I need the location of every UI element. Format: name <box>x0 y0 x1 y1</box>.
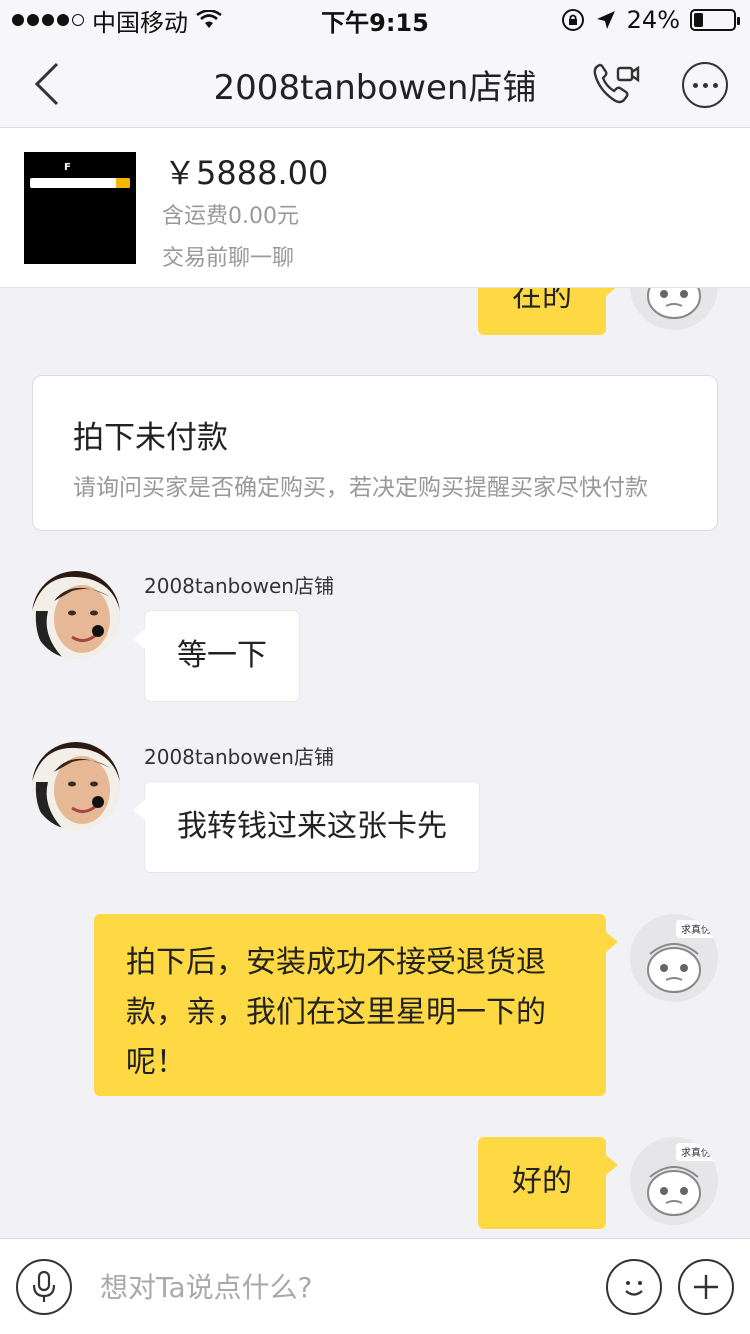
page-title: 2008tanbowen店铺 <box>213 68 537 108</box>
product-thumbnail[interactable]: F <box>24 152 136 264</box>
message-text: 等一下 <box>177 638 267 673</box>
voice-button[interactable] <box>16 1259 72 1315</box>
shipping-fee: 含运费0.00元 <box>162 204 299 229</box>
buyer-avatar[interactable]: 求真伪 <box>630 1137 718 1225</box>
message-text: 在的 <box>512 288 572 314</box>
more-icon <box>692 82 698 88</box>
message-text-line: 款，亲，我们在这里星明一下的 <box>126 995 546 1030</box>
message-bubble-incoming[interactable]: 等一下 <box>133 610 300 702</box>
status-right: 24% <box>561 6 740 34</box>
nav-bar: 2008tanbowen店铺 <box>0 40 750 128</box>
message-bubble-outgoing[interactable]: 拍下后，安装成功不接受退货退 款，亲，我们在这里星明一下的 呢！ <box>94 914 618 1096</box>
product-card[interactable]: F ￥5888.00 含运费0.00元 交易前聊一聊 <box>0 128 750 288</box>
buyer-avatar-icon <box>630 288 718 330</box>
video-call-button[interactable] <box>588 58 642 110</box>
status-left: 中国移动 <box>12 3 222 38</box>
sender-name: 2008tanbowen店铺 <box>144 745 334 769</box>
thumbnail-logo: F <box>64 162 71 173</box>
plus-icon <box>694 1275 718 1299</box>
location-icon <box>596 11 615 29</box>
thumbnail-search-bar <box>30 178 130 188</box>
message-input[interactable] <box>100 1261 580 1313</box>
system-notice-title: 拍下未付款 <box>73 420 228 456</box>
message-text: 我转钱过来这张卡先 <box>177 809 447 844</box>
microphone-icon <box>32 1270 56 1302</box>
buyer-avatar-label: 求真伪 <box>681 923 711 936</box>
seller-avatar-icon <box>32 742 120 830</box>
carrier-label: 中国移动 <box>92 8 188 37</box>
video-call-icon <box>593 63 640 104</box>
more-actions-button[interactable] <box>678 1259 734 1315</box>
signal-dots-icon <box>12 14 84 26</box>
buyer-avatar[interactable]: 求真伪 <box>630 914 718 1002</box>
buyer-avatar-icon: 求真伪 <box>630 1137 718 1225</box>
more-button[interactable] <box>682 62 728 108</box>
wifi-icon <box>196 10 222 28</box>
buyer-avatar-label: 求真伪 <box>681 1146 711 1159</box>
buyer-avatar-icon: 求真伪 <box>630 914 718 1002</box>
buyer-avatar[interactable] <box>630 288 718 330</box>
chat-area[interactable]: 在的 拍下未付款 请询问买家是否确定购买，若决定购买提醒买家尽快付款 2008t… <box>0 288 750 1238</box>
orientation-lock-icon <box>561 9 584 31</box>
message-text-line: 拍下后，安装成功不接受退货退 <box>126 945 546 980</box>
system-notice-desc: 请询问买家是否确定购买，若决定购买提醒买家尽快付款 <box>73 475 648 501</box>
battery-percent: 24% <box>626 6 680 34</box>
product-price: ￥5888.00 <box>164 154 329 192</box>
input-bar <box>0 1238 750 1334</box>
back-chevron-icon <box>34 62 59 106</box>
seller-avatar[interactable] <box>32 571 120 659</box>
message-text: 好的 <box>512 1164 572 1199</box>
battery-fill <box>694 13 704 27</box>
emoji-icon <box>625 1281 643 1296</box>
battery-icon <box>690 9 740 31</box>
system-notice-card: 拍下未付款 请询问买家是否确定购买，若决定购买提醒买家尽快付款 <box>32 375 718 531</box>
emoji-button[interactable] <box>606 1259 662 1315</box>
seller-avatar[interactable] <box>32 742 120 830</box>
message-bubble-incoming[interactable]: 我转钱过来这张卡先 <box>133 781 480 873</box>
seller-avatar-icon <box>32 571 120 659</box>
chat-hint: 交易前聊一聊 <box>162 246 295 271</box>
back-button[interactable] <box>24 58 68 110</box>
sender-name: 2008tanbowen店铺 <box>144 574 334 598</box>
message-text-line: 呢！ <box>126 1045 186 1080</box>
message-bubble-outgoing[interactable]: 在的 <box>478 288 618 335</box>
status-bar: 中国移动 下午9:15 24% <box>0 0 750 40</box>
message-bubble-outgoing[interactable]: 好的 <box>478 1137 618 1229</box>
